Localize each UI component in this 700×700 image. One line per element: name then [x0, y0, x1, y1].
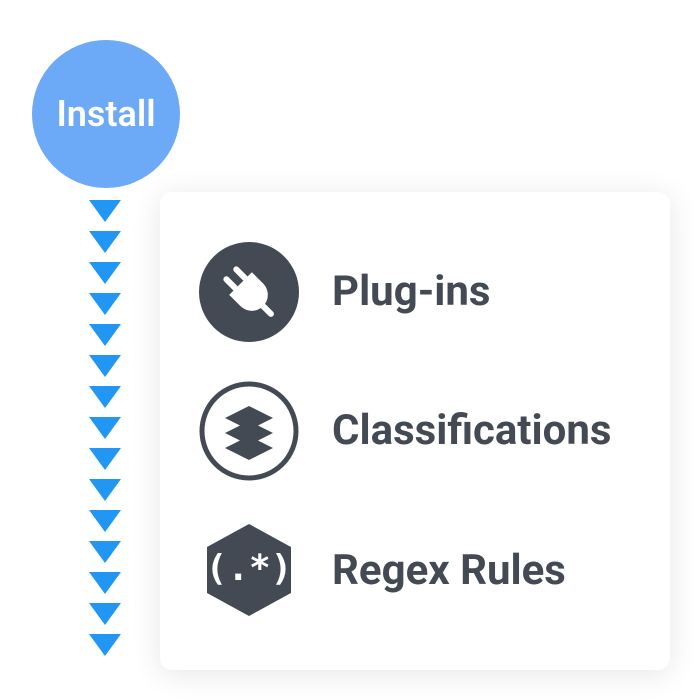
- regex-icon: (.*): [194, 515, 304, 625]
- flow-arrow-down-icon: [89, 479, 121, 501]
- options-card: Plug-ins Classifications (.*) Regex Rule…: [160, 192, 670, 670]
- plugins-label: Plug-ins: [332, 267, 490, 316]
- flow-arrow-down-icon: [89, 262, 121, 284]
- flow-arrow-down-icon: [89, 355, 121, 377]
- flow-arrow-down-icon: [89, 634, 121, 656]
- list-item: (.*) Regex Rules: [194, 515, 636, 625]
- flow-arrow-down-icon: [89, 603, 121, 625]
- list-item: Classifications: [194, 376, 636, 486]
- flow-arrow-down-icon: [89, 541, 121, 563]
- flow-arrow-down-icon: [89, 448, 121, 470]
- flow-arrow-down-icon: [89, 324, 121, 346]
- regex-rules-label: Regex Rules: [332, 546, 566, 595]
- svg-text:(.*): (.*): [206, 548, 293, 589]
- install-step-circle: Install: [32, 40, 180, 188]
- flow-arrow-down-icon: [89, 386, 121, 408]
- layers-icon: [194, 376, 304, 486]
- flow-arrow-down-icon: [89, 200, 121, 222]
- flow-arrow-down-icon: [89, 231, 121, 253]
- flow-arrow-down-icon: [89, 510, 121, 532]
- install-label: Install: [56, 93, 155, 135]
- flow-arrow-column: [85, 200, 125, 656]
- list-item: Plug-ins: [194, 237, 636, 347]
- plug-icon: [194, 237, 304, 347]
- flow-arrow-down-icon: [89, 417, 121, 439]
- classifications-label: Classifications: [332, 406, 611, 455]
- flow-arrow-down-icon: [89, 572, 121, 594]
- flow-arrow-down-icon: [89, 293, 121, 315]
